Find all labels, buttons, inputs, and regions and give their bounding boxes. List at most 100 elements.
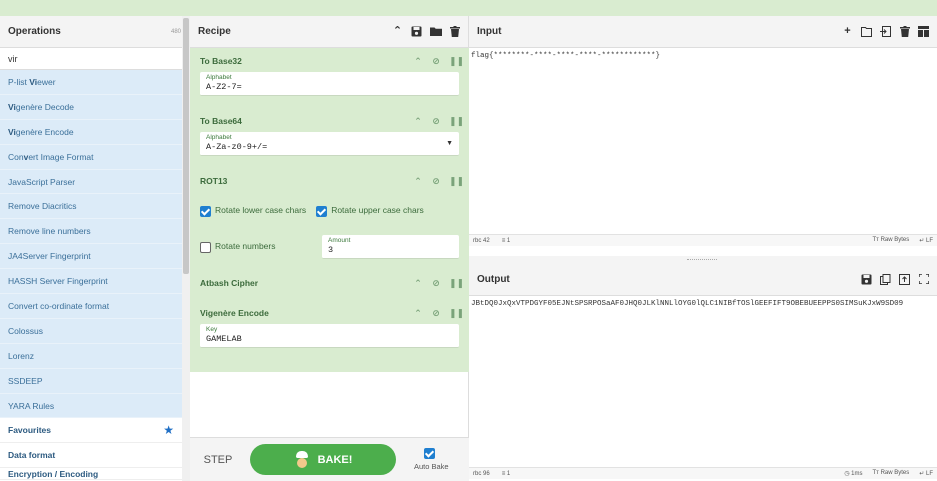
recipe-header: Recipe ⌃ bbox=[190, 16, 468, 48]
save-icon[interactable] bbox=[861, 274, 872, 285]
key-field[interactable]: Key GAMELAB bbox=[200, 324, 459, 348]
eol-toggle[interactable]: ↵ LF bbox=[919, 470, 933, 477]
io-divider[interactable] bbox=[469, 256, 937, 264]
import-icon[interactable] bbox=[880, 26, 891, 37]
recipe-title: Recipe bbox=[198, 26, 231, 37]
input-statusbar: rbc 42 ≡ 1 Tт Raw Bytes ↵ LF bbox=[469, 234, 937, 246]
operations-panel: Operations 480 P-list Viewer Vigenère De… bbox=[0, 16, 190, 481]
auto-bake-toggle[interactable]: Auto Bake bbox=[414, 448, 449, 471]
input-header: Input + bbox=[469, 16, 937, 48]
category-data-format[interactable]: Data format bbox=[0, 443, 182, 469]
operations-header: Operations 480 bbox=[0, 16, 189, 48]
disable-icon[interactable]: ⊘ bbox=[431, 278, 441, 289]
op-title: To Base64 bbox=[200, 116, 242, 126]
op-item[interactable]: Vigenère Encode bbox=[0, 119, 182, 145]
top-banner bbox=[0, 0, 937, 16]
input-textarea[interactable]: flag{********-****-****-****-***********… bbox=[469, 48, 937, 64]
output-section: Output JBtDQ0JxQxVTPDGYF05EJNtSPSRPOSaAF… bbox=[469, 264, 937, 481]
op-item[interactable]: Convert co-ordinate format bbox=[0, 294, 182, 319]
chevron-up-icon[interactable]: ⌃ bbox=[413, 278, 423, 289]
layout-icon[interactable] bbox=[918, 26, 929, 37]
op-title: ROT13 bbox=[200, 176, 228, 186]
checkbox-unchecked-icon[interactable] bbox=[200, 241, 211, 253]
step-button[interactable]: STEP bbox=[190, 454, 246, 466]
op-item[interactable]: Remove Diacritics bbox=[0, 194, 182, 220]
rotate-numbers-checkbox[interactable]: Rotate numbers bbox=[200, 241, 322, 253]
checkbox-checked-icon[interactable] bbox=[316, 205, 328, 217]
io-panel: Input + flag{********-****-****-****-***… bbox=[469, 16, 937, 481]
disable-icon[interactable]: ⊘ bbox=[431, 56, 441, 67]
rotate-lower-checkbox[interactable]: Rotate lower case chars bbox=[200, 205, 306, 217]
output-text[interactable]: JBtDQ0JxQxVTPDGYF05EJNtSPSRPOSaAF0JHQ0JL… bbox=[469, 296, 937, 312]
folder-icon[interactable] bbox=[430, 26, 442, 37]
pause-icon[interactable]: ❚❚ bbox=[449, 308, 464, 319]
line-count: ≡ 1 bbox=[501, 237, 511, 244]
recipe-op-to-base64[interactable]: To Base64 ⌃ ⊘ ❚❚ Alphabet A-Za-z0-9+/= ▼ bbox=[190, 96, 469, 156]
op-item[interactable]: Colossus bbox=[0, 318, 182, 344]
bake-time: ◷ 1ms bbox=[844, 471, 863, 477]
chevron-up-icon[interactable]: ⌃ bbox=[392, 26, 403, 37]
copy-icon[interactable] bbox=[880, 274, 891, 285]
char-count: rbc 96 bbox=[473, 470, 490, 477]
category-encryption[interactable]: Encryption / Encoding bbox=[0, 468, 182, 481]
maximize-icon[interactable] bbox=[917, 273, 930, 285]
amount-field[interactable]: Amount 3 bbox=[322, 235, 459, 259]
replace-input-icon[interactable] bbox=[899, 274, 910, 285]
chevron-up-icon[interactable]: ⌃ bbox=[413, 308, 423, 319]
output-header: Output bbox=[469, 264, 937, 296]
op-item[interactable]: JavaScript Parser bbox=[0, 169, 182, 195]
recipe-controls: STEP BAKE! Auto Bake bbox=[190, 437, 469, 481]
raw-bytes-toggle[interactable]: Tт Raw Bytes bbox=[873, 237, 910, 244]
recipe-op-rot13[interactable]: ROT13 ⌃ ⊘ ❚❚ Rotate lower case chars Rotat… bbox=[190, 156, 469, 259]
op-item[interactable]: HASSH Server Fingerprint bbox=[0, 269, 182, 295]
op-title: Vigenère Encode bbox=[200, 308, 269, 318]
op-item[interactable]: YARA Rules bbox=[0, 393, 182, 419]
trash-icon[interactable] bbox=[449, 26, 460, 37]
recipe-list: To Base32 ⌃ ⊘ ❚❚ Alphabet A-Z2-7= To Base6… bbox=[190, 48, 469, 372]
recipe-op-vigenere-encode[interactable]: Vigenère Encode ⌃ ⊘ ❚❚ Key GAMELAB bbox=[190, 294, 469, 348]
search-input[interactable] bbox=[8, 53, 181, 64]
pause-icon[interactable]: ❚❚ bbox=[449, 176, 464, 187]
chevron-up-icon[interactable]: ⌃ bbox=[413, 176, 423, 187]
pause-icon[interactable]: ❚❚ bbox=[449, 116, 464, 127]
scrollbar-thumb[interactable] bbox=[183, 18, 189, 274]
disable-icon[interactable]: ⊘ bbox=[431, 308, 441, 319]
chevron-up-icon[interactable]: ⌃ bbox=[413, 116, 423, 127]
pause-icon[interactable]: ❚❚ bbox=[449, 56, 464, 67]
raw-bytes-toggle[interactable]: Tт Raw Bytes bbox=[873, 470, 910, 477]
op-item[interactable]: P-list Viewer bbox=[0, 70, 182, 95]
operations-scrollbar[interactable] bbox=[182, 16, 190, 481]
recipe-op-to-base32[interactable]: To Base32 ⌃ ⊘ ❚❚ Alphabet A-Z2-7= bbox=[190, 48, 469, 96]
bake-button[interactable]: BAKE! bbox=[250, 444, 396, 475]
rotate-upper-checkbox[interactable]: Rotate upper case chars bbox=[316, 205, 424, 217]
op-title: Atbash Cipher bbox=[200, 278, 259, 288]
plus-icon[interactable]: + bbox=[842, 26, 853, 37]
checkbox-checked-icon[interactable] bbox=[200, 205, 211, 217]
alphabet-select[interactable]: Alphabet A-Za-z0-9+/= ▼ bbox=[200, 132, 459, 156]
eol-toggle[interactable]: ↵ LF bbox=[919, 237, 933, 244]
chef-icon bbox=[294, 450, 310, 469]
output-statusbar: rbc 96 ≡ 1 ◷ 1ms Tт Raw Bytes ↵ LF bbox=[469, 467, 937, 479]
op-item[interactable]: Convert Image Format bbox=[0, 144, 182, 170]
chevron-up-icon[interactable]: ⌃ bbox=[413, 56, 423, 67]
checkbox-checked-icon[interactable] bbox=[423, 448, 435, 459]
trash-icon[interactable] bbox=[899, 26, 910, 37]
operations-count: 480 bbox=[170, 28, 181, 35]
disable-icon[interactable]: ⊘ bbox=[431, 116, 441, 127]
op-item[interactable]: Vigenère Decode bbox=[0, 94, 182, 120]
caret-down-icon[interactable]: ▼ bbox=[446, 140, 453, 147]
char-count: rbc 42 bbox=[473, 237, 490, 244]
star-icon[interactable]: ★ bbox=[163, 418, 174, 443]
operations-search[interactable] bbox=[0, 48, 189, 70]
disable-icon[interactable]: ⊘ bbox=[431, 176, 441, 187]
op-item[interactable]: JA4Server Fingerprint bbox=[0, 244, 182, 270]
op-item[interactable]: SSDEEP bbox=[0, 368, 182, 394]
pause-icon[interactable]: ❚❚ bbox=[449, 278, 464, 289]
op-item[interactable]: Lorenz bbox=[0, 343, 182, 369]
recipe-op-atbash[interactable]: Atbash Cipher ⌃ ⊘ ❚❚ bbox=[190, 259, 469, 294]
save-icon[interactable] bbox=[411, 26, 422, 37]
op-item[interactable]: Remove line numbers bbox=[0, 219, 182, 245]
folder-open-icon[interactable] bbox=[861, 26, 872, 37]
alphabet-field[interactable]: Alphabet A-Z2-7= bbox=[200, 72, 459, 96]
category-favourites[interactable]: Favourites ★ bbox=[0, 418, 182, 444]
